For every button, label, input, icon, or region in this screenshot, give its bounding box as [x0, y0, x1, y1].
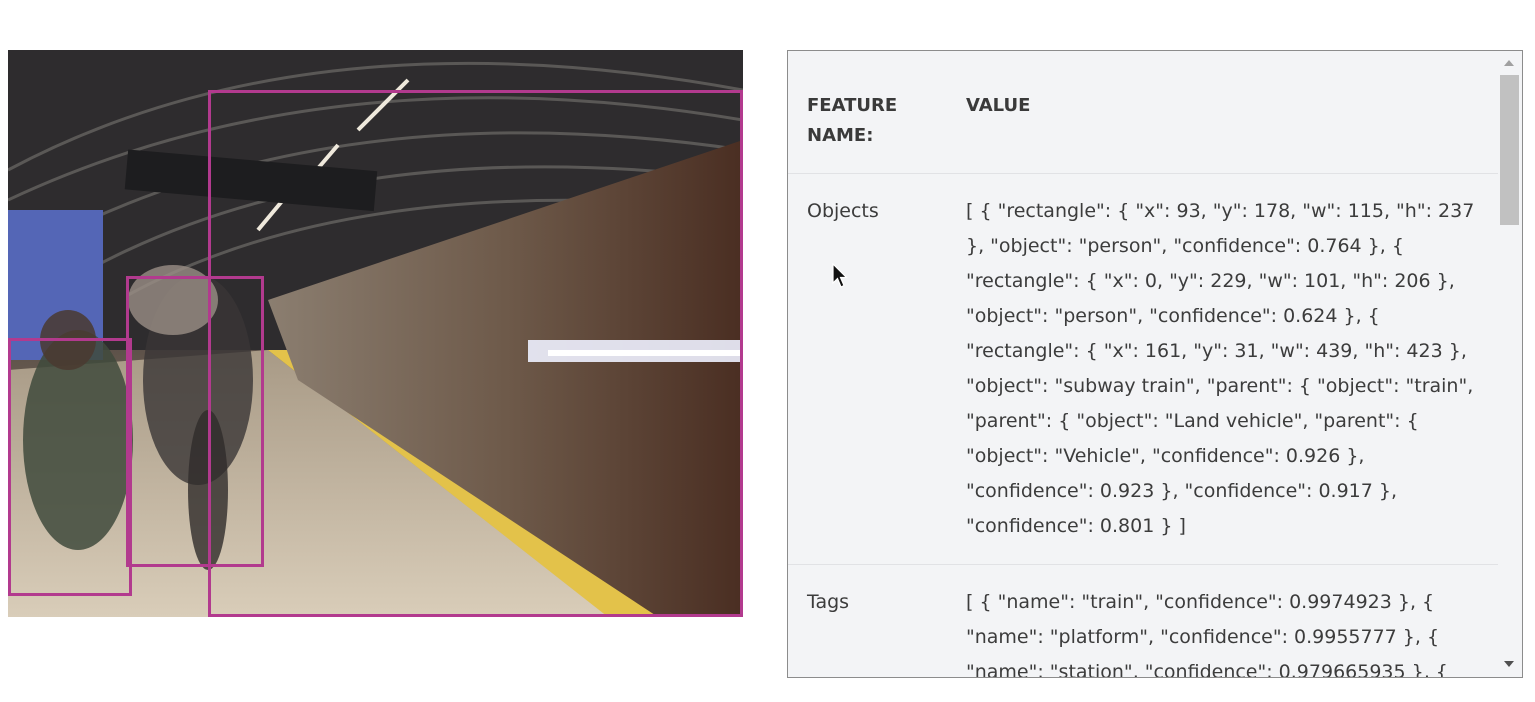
- table-row-objects: Objects [ { "rectangle": { "x": 93, "y":…: [788, 174, 1498, 565]
- vertical-scrollbar[interactable]: [1498, 51, 1522, 677]
- feature-name-cell: Objects: [807, 200, 879, 222]
- value-cell: [ { "name": "train", "confidence": 0.997…: [966, 591, 1448, 678]
- feature-name-header: FEATURE NAME:: [807, 95, 898, 146]
- analyzed-image: [8, 50, 743, 617]
- bounding-box-subway-train: [208, 90, 743, 617]
- feature-name-cell: Tags: [807, 591, 850, 613]
- scrollbar-thumb[interactable]: [1500, 75, 1519, 225]
- page: FEATURE NAME: VALUE Objects [ { "rectang…: [0, 0, 1535, 702]
- bounding-box-person-1: [126, 276, 264, 567]
- table-header: FEATURE NAME: VALUE: [788, 51, 1498, 174]
- results-table: FEATURE NAME: VALUE Objects [ { "rectang…: [788, 51, 1498, 678]
- scroll-down-arrow-icon[interactable]: [1504, 661, 1514, 667]
- results-panel[interactable]: FEATURE NAME: VALUE Objects [ { "rectang…: [787, 50, 1523, 678]
- value-header: VALUE: [966, 95, 1031, 116]
- mouse-cursor-icon: [832, 263, 848, 288]
- bounding-box-person-2: [8, 338, 132, 596]
- scroll-up-arrow-icon[interactable]: [1504, 60, 1514, 66]
- table-row-tags: Tags [ { "name": "train", "confidence": …: [788, 565, 1498, 678]
- value-cell: [ { "rectangle": { "x": 93, "y": 178, "w…: [966, 200, 1475, 537]
